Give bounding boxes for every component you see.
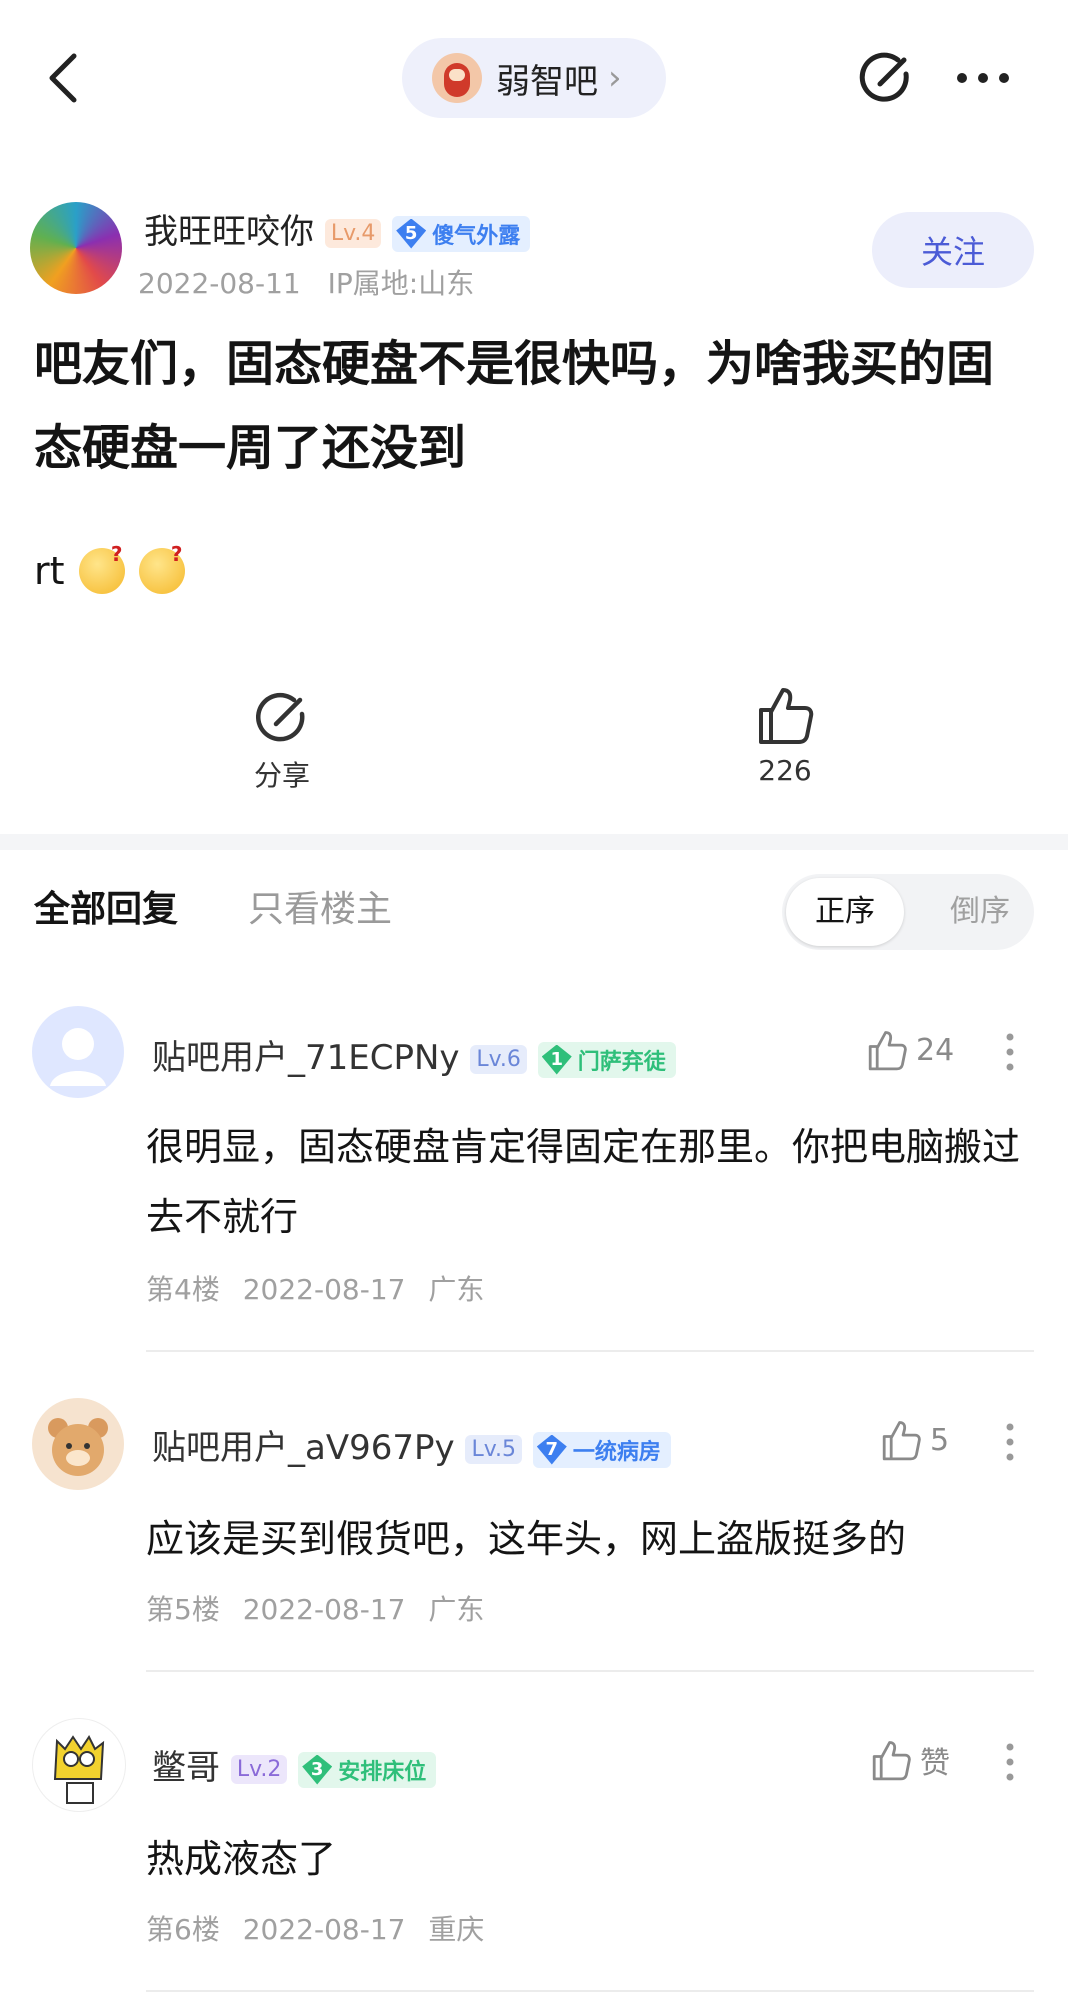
comment-like[interactable]: 24 xyxy=(866,1028,954,1072)
comment-date: 2022-08-17 xyxy=(242,1273,406,1306)
level-badge: Lv.2 xyxy=(230,1755,288,1784)
back-icon[interactable] xyxy=(44,52,84,104)
title-badge: 5 傻气外露 xyxy=(392,215,531,252)
section-divider xyxy=(0,834,1068,850)
level-badge: Lv.6 xyxy=(470,1045,527,1074)
comment-like-count: 5 xyxy=(930,1422,950,1458)
divider xyxy=(146,1350,1034,1352)
comment-meta: 第5楼 2022-08-17 广东 xyxy=(146,1588,484,1628)
comment-region: 广东 xyxy=(428,1273,485,1306)
comment-like-count: 24 xyxy=(916,1032,955,1068)
sort-desc[interactable]: 倒序 xyxy=(950,878,1010,946)
level-badge: Lv.4 xyxy=(324,219,382,248)
title-badge: 7 一统病房 xyxy=(532,1431,671,1468)
like-count: 226 xyxy=(758,754,812,787)
title-badge: 3 安排床位 xyxy=(298,1751,437,1788)
comment-region: 重庆 xyxy=(428,1913,485,1946)
share-icon[interactable] xyxy=(858,50,914,106)
badge-title: 门萨弃徒 xyxy=(577,1049,666,1075)
badge-title: 傻气外露 xyxy=(432,223,521,249)
comment-like-count: 赞 xyxy=(920,1746,950,1781)
share-label: 分享 xyxy=(253,759,310,792)
comment-meta: 第4楼 2022-08-17 广东 xyxy=(146,1268,484,1308)
forum-avatar xyxy=(432,53,482,103)
more-icon[interactable] xyxy=(1004,1742,1016,1782)
thumbs-up-icon xyxy=(872,1741,911,1781)
comment-floor: 第5楼 xyxy=(146,1593,220,1626)
avatar[interactable] xyxy=(32,1718,126,1812)
post-meta: 2022-08-11 IP属地:山东 xyxy=(138,262,474,302)
sort-asc[interactable]: 正序 xyxy=(786,878,904,946)
post-body-text: rt xyxy=(34,549,65,593)
sort-toggle: 正序 倒序 xyxy=(782,874,1034,950)
forum-name: 弱智吧 xyxy=(496,61,598,102)
badge-number: 5 xyxy=(396,218,427,249)
author-name[interactable]: 我旺旺咬你 xyxy=(144,212,314,252)
avatar[interactable] xyxy=(32,1006,124,1098)
emoji-icon xyxy=(138,542,185,594)
comment-text: 热成液态了 xyxy=(146,1837,337,1881)
level-badge: Lv.5 xyxy=(465,1435,522,1464)
post-title: 吧友们，固态硬盘不是很快吗，为啥我买的固态硬盘一周了还没到 xyxy=(34,336,995,476)
emoji-icon xyxy=(78,542,125,594)
more-icon[interactable] xyxy=(1004,1032,1016,1072)
share-action[interactable]: 分享 xyxy=(240,690,324,794)
comment-header: 贴吧用户_aV967Py Lv.5 7 一统病房 xyxy=(152,1420,671,1469)
comment-like[interactable]: 5 xyxy=(880,1418,949,1462)
more-icon[interactable] xyxy=(1004,1422,1016,1462)
comment-text: 很明显，固态硬盘肯定得固定在那里。你把电脑搬过去不就行 xyxy=(146,1125,1021,1239)
badge-number: 3 xyxy=(302,1754,333,1785)
more-icon[interactable] xyxy=(954,60,1012,96)
comment-floor: 第4楼 xyxy=(146,1273,220,1306)
comment-meta: 第6楼 2022-08-17 重庆 xyxy=(146,1908,484,1948)
like-action[interactable]: 226 xyxy=(740,684,830,787)
comment-header: 贴吧用户_71ECPNy Lv.6 1 门萨弃徒 xyxy=(152,1030,676,1079)
comment-region: 广东 xyxy=(428,1593,485,1626)
author-row: 我旺旺咬你 Lv.4 5 傻气外露 xyxy=(144,204,531,253)
comment-username[interactable]: 贴吧用户_71ECPNy xyxy=(152,1038,460,1078)
tab-owner-only[interactable]: 只看楼主 xyxy=(248,880,392,932)
thumbs-up-icon xyxy=(759,688,814,744)
badge-number: 7 xyxy=(536,1434,567,1465)
comment-date: 2022-08-17 xyxy=(242,1913,406,1946)
avatar[interactable] xyxy=(30,202,122,294)
thumbs-up-icon xyxy=(868,1031,907,1071)
follow-button[interactable]: 关注 xyxy=(872,212,1034,288)
thumbs-up-icon xyxy=(882,1421,921,1461)
divider xyxy=(146,1990,1034,1992)
tab-all-replies[interactable]: 全部回复 xyxy=(34,880,178,932)
forum-pill[interactable]: 弱智吧 › xyxy=(402,38,666,118)
comment-floor: 第6楼 xyxy=(146,1913,220,1946)
title-badge: 1 门萨弃徒 xyxy=(537,1041,676,1078)
badge-number: 1 xyxy=(541,1044,572,1075)
post-body: rt xyxy=(34,542,185,594)
comment-username[interactable]: 贴吧用户_aV967Py xyxy=(152,1428,455,1468)
chevron-right-icon: › xyxy=(608,58,622,98)
share-icon xyxy=(255,692,305,742)
comment-date: 2022-08-17 xyxy=(242,1593,406,1626)
avatar[interactable] xyxy=(32,1398,124,1490)
badge-title: 一统病房 xyxy=(572,1439,661,1465)
comment-username[interactable]: 鳖哥 xyxy=(152,1748,220,1788)
badge-title: 安排床位 xyxy=(338,1759,427,1785)
comment-header: 鳖哥 Lv.2 3 安排床位 xyxy=(152,1740,437,1789)
post-ip: IP属地:山东 xyxy=(327,267,475,300)
comment-text: 应该是买到假货吧，这年头，网上盗版挺多的 xyxy=(146,1517,907,1561)
post-date: 2022-08-11 xyxy=(138,267,301,300)
divider xyxy=(146,1670,1034,1672)
comment-like[interactable]: 赞 xyxy=(870,1738,950,1782)
